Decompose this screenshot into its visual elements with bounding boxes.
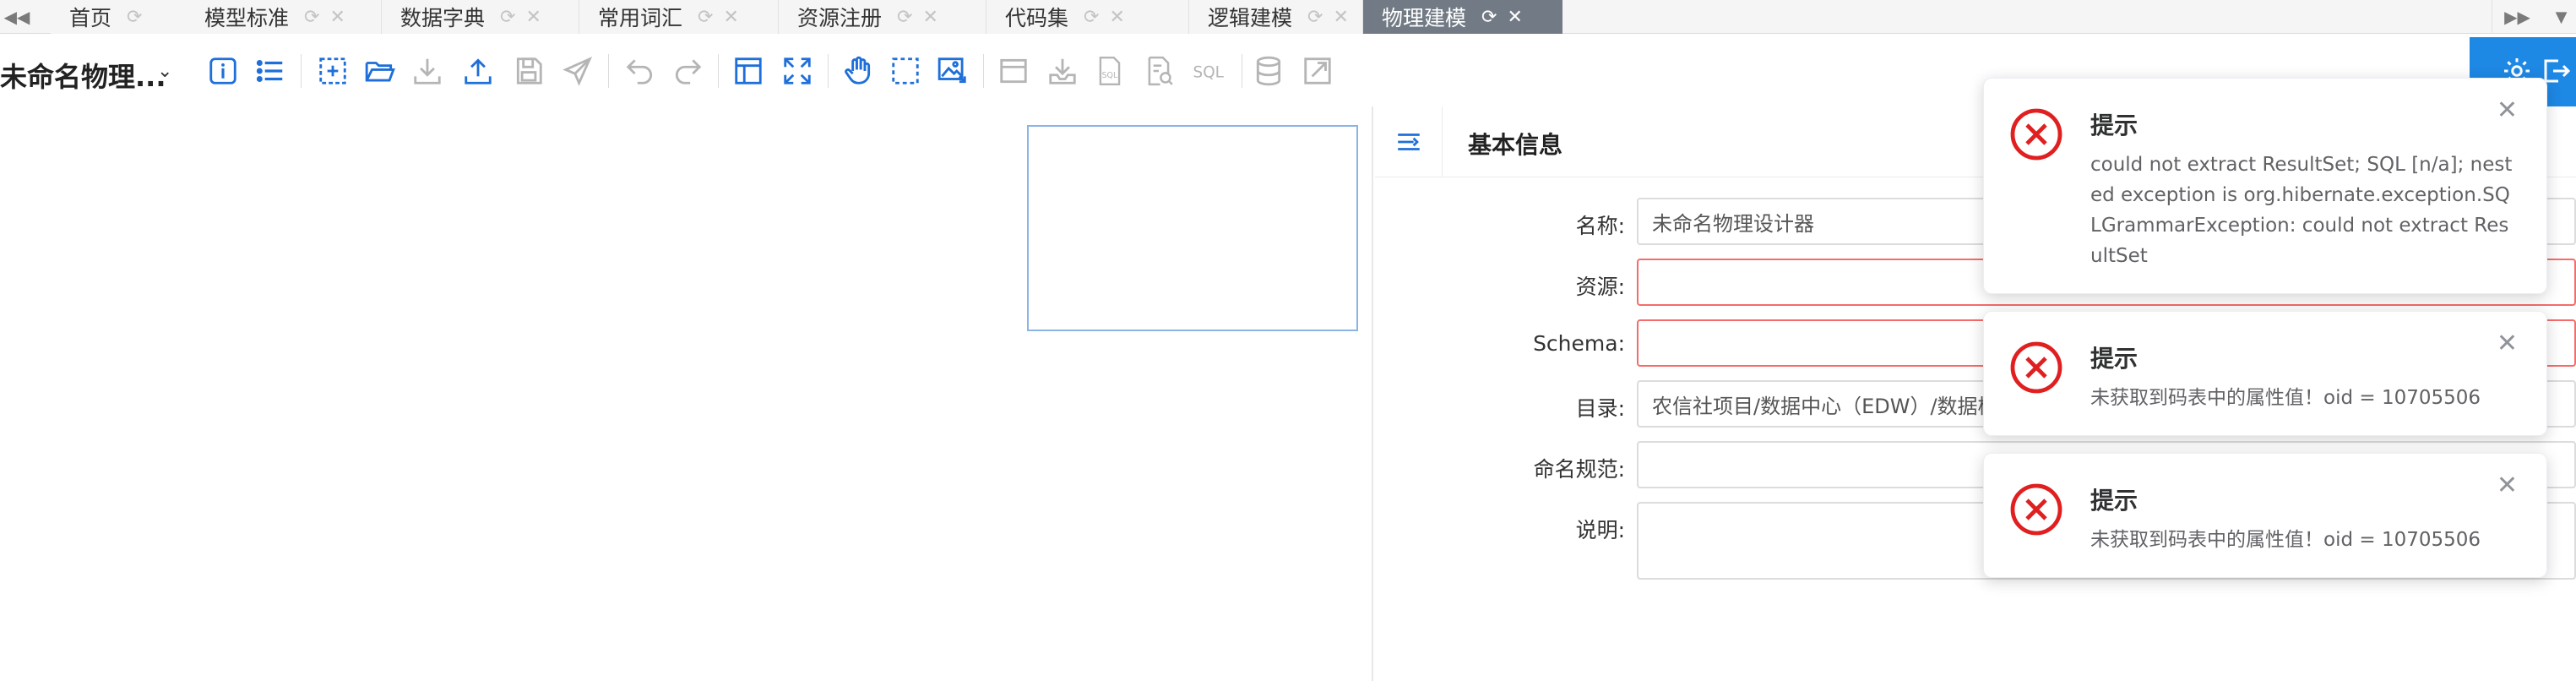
layout-icon[interactable] xyxy=(730,52,767,90)
upload-icon[interactable] xyxy=(459,52,497,90)
refresh-icon[interactable]: ⟳ xyxy=(127,7,142,28)
tab-label: 逻辑建模 xyxy=(1208,6,1293,30)
toolbar-divider xyxy=(301,54,302,88)
error-circle-icon xyxy=(2009,482,2063,537)
fullscreen-icon[interactable] xyxy=(779,52,816,90)
scroll-tabs-right-icon[interactable]: ▶▶ xyxy=(2492,0,2542,34)
error-circle-icon xyxy=(2009,340,2063,395)
close-icon[interactable]: ✕ xyxy=(1333,7,1348,28)
sql-preview-icon[interactable] xyxy=(1140,52,1177,90)
field-label: 目录: xyxy=(1575,396,1625,421)
close-icon[interactable]: ✕ xyxy=(2497,95,2518,125)
refresh-icon[interactable]: ⟳ xyxy=(1481,7,1497,28)
toolbar-divider xyxy=(828,54,829,88)
refresh-icon[interactable]: ⟳ xyxy=(500,7,515,28)
select-area-icon[interactable] xyxy=(887,52,924,90)
sql-text-icon[interactable]: SQL xyxy=(1189,52,1233,90)
notification-code-table-error: 提示 ✕ 未获取到码表中的属性值！oid = 10705506 xyxy=(1983,311,2547,436)
notification-title: 提示 xyxy=(2090,345,2139,373)
close-icon[interactable]: ✕ xyxy=(2497,329,2518,358)
error-circle-icon xyxy=(2009,107,2063,161)
tab-label: 资源注册 xyxy=(797,6,883,30)
sql-file-icon[interactable]: SQL xyxy=(1091,52,1128,90)
refresh-icon[interactable]: ⟳ xyxy=(1084,7,1099,28)
notification-title: 提示 xyxy=(2090,487,2139,515)
field-label: 名称: xyxy=(1575,214,1625,238)
design-canvas[interactable] xyxy=(0,106,1373,681)
notification-message: could not extract ResultSet; SQL [n/a]; … xyxy=(2090,154,2513,267)
close-icon[interactable]: ✕ xyxy=(329,7,345,28)
close-icon[interactable]: ✕ xyxy=(723,7,738,28)
svg-text:SQL: SQL xyxy=(1102,71,1119,80)
list-icon[interactable] xyxy=(252,52,289,90)
field-label: 资源: xyxy=(1575,275,1625,299)
tab-label: 模型标准 xyxy=(204,6,290,30)
notification-code-table-error: 提示 ✕ 未获取到码表中的属性值！oid = 10705506 xyxy=(1983,453,2547,578)
export-image-icon[interactable] xyxy=(934,52,971,90)
download-icon[interactable] xyxy=(409,52,446,90)
save-icon[interactable] xyxy=(510,52,547,90)
refresh-icon[interactable]: ⟳ xyxy=(304,7,319,28)
notification-title: 提示 xyxy=(2090,112,2139,139)
close-icon[interactable]: ✕ xyxy=(2497,471,2518,500)
close-icon[interactable]: ✕ xyxy=(525,7,541,28)
tab-model-standard[interactable]: 模型标准 ⟳ ✕ xyxy=(186,0,382,34)
scroll-tabs-left-icon[interactable]: ◀◀ xyxy=(0,0,34,34)
tab-home[interactable]: 首页 ⟳ xyxy=(51,0,203,34)
toolbar-divider xyxy=(718,54,719,88)
field-label: 说明: xyxy=(1575,518,1625,542)
field-label: 命名规范: xyxy=(1533,457,1625,482)
tab-menu-dropdown-icon[interactable]: ▼ xyxy=(2546,0,2576,34)
close-icon[interactable]: ✕ xyxy=(922,7,937,28)
refresh-icon[interactable]: ⟳ xyxy=(897,7,912,28)
tab-data-dictionary[interactable]: 数据字典 ⟳ ✕ xyxy=(382,0,579,34)
chevron-down-icon[interactable]: ⌄ xyxy=(157,61,172,82)
tab-bar: ◀◀ 首页 ⟳ 模型标准 ⟳ ✕ 数据字典 ⟳ ✕ 常用词汇 ⟳ ✕ 资源注册 … xyxy=(0,0,2576,34)
tab-label: 代码集 xyxy=(1005,6,1069,30)
svg-text:SQL: SQL xyxy=(1193,64,1225,82)
panel-title: 基本信息 xyxy=(1468,131,1563,159)
notification-message: 未获取到码表中的属性值！oid = 10705506 xyxy=(2090,529,2481,551)
refresh-icon[interactable]: ⟳ xyxy=(698,7,713,28)
database-icon[interactable] xyxy=(1250,52,1287,90)
document-title[interactable]: 未命名物理... xyxy=(0,56,166,95)
info-icon[interactable] xyxy=(204,52,242,90)
external-link-icon[interactable] xyxy=(1299,52,1336,90)
tab-label: 数据字典 xyxy=(400,6,486,30)
tab-label: 物理建模 xyxy=(1382,6,1467,30)
tab-code-set[interactable]: 代码集 ⟳ ✕ xyxy=(986,0,1189,34)
tab-common-vocabulary[interactable]: 常用词汇 ⟳ ✕ xyxy=(579,0,779,34)
import-icon[interactable] xyxy=(1044,52,1081,90)
tab-resource-registration[interactable]: 资源注册 ⟳ ✕ xyxy=(779,0,986,34)
tab-physical-modeling[interactable]: 物理建模 ⟳ ✕ xyxy=(1363,0,1562,34)
tab-label: 首页 xyxy=(69,6,112,30)
close-icon[interactable]: ✕ xyxy=(1507,7,1522,28)
redo-icon[interactable] xyxy=(669,52,706,90)
selected-entity-box[interactable] xyxy=(1027,125,1358,331)
undo-icon[interactable] xyxy=(622,52,659,90)
open-folder-icon[interactable] xyxy=(361,52,399,90)
tab-label: 常用词汇 xyxy=(598,6,683,30)
window-icon[interactable] xyxy=(995,52,1032,90)
field-label: Schema: xyxy=(1533,331,1625,356)
toolbar-divider xyxy=(608,54,609,88)
notification-message: 未获取到码表中的属性值！oid = 10705506 xyxy=(2090,387,2481,409)
notification-sql-error: 提示 ✕ could not extract ResultSet; SQL [n… xyxy=(1983,78,2547,294)
tab-logical-modeling[interactable]: 逻辑建模 ⟳ ✕ xyxy=(1189,0,1363,34)
collapse-panel-icon[interactable] xyxy=(1375,106,1443,177)
refresh-icon[interactable]: ⟳ xyxy=(1307,7,1323,28)
send-icon[interactable] xyxy=(559,52,596,90)
add-selection-icon[interactable] xyxy=(314,52,351,90)
hand-pan-icon[interactable] xyxy=(840,52,877,90)
toolbar-divider xyxy=(983,54,984,88)
close-icon[interactable]: ✕ xyxy=(1109,7,1124,28)
